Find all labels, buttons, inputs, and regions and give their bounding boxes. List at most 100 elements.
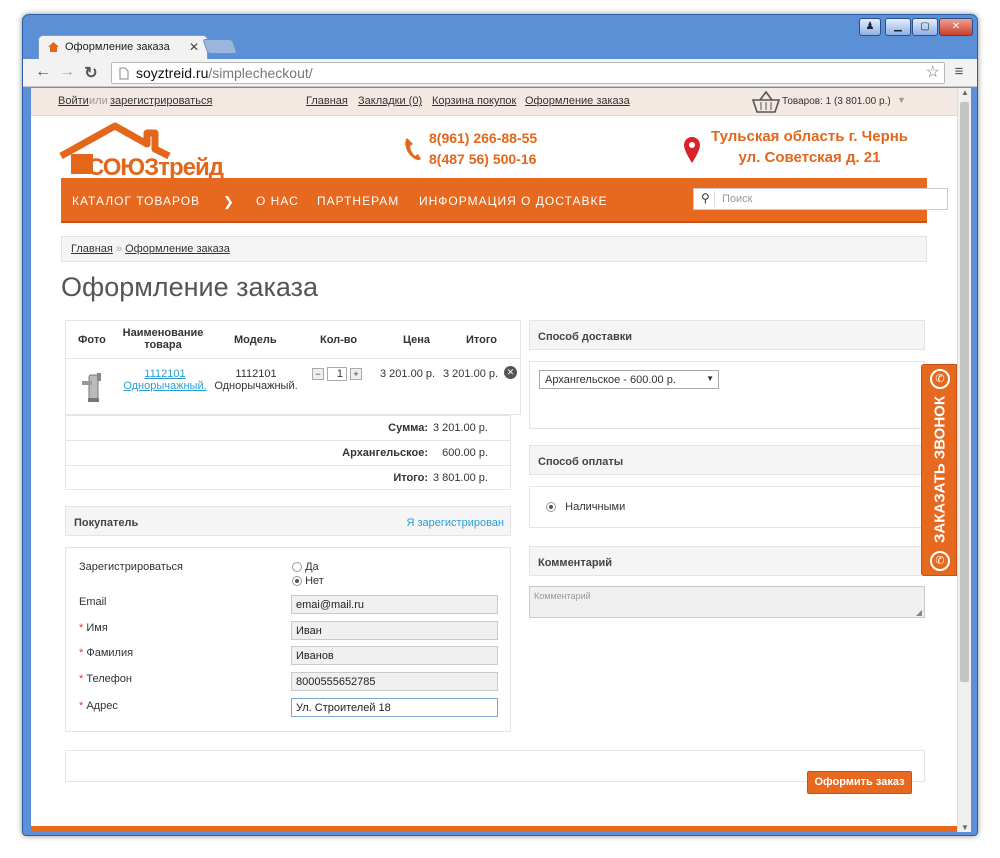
col-price: Цена (403, 334, 431, 346)
col-photo: Фото (78, 334, 106, 346)
payment-cash-label: Наличными (565, 501, 626, 513)
address-label-wrap: * Адрес (79, 700, 118, 712)
browser-window: Оформление заказа ✕ ♟ ▁ ▢ ✕ ← → ↻ soyztr… (22, 14, 978, 836)
basket-icon[interactable] (751, 90, 781, 114)
url-path: /simplecheckout/ (208, 65, 313, 81)
name-label-wrap: * Имя (79, 622, 108, 634)
window-close-button[interactable]: ✕ (939, 18, 973, 36)
cart-summary[interactable]: Товаров: 1 (3 801.00 р.) (782, 96, 891, 107)
callback-label: ЗАКАЗАТЬ ЗВОНОК (931, 396, 949, 543)
product-name-line-1: 1112101 (144, 368, 186, 380)
registered-link[interactable]: Я зарегистрирован (406, 517, 504, 529)
scroll-up-icon[interactable]: ▲ (961, 88, 969, 97)
qty-input[interactable]: 1 (327, 367, 347, 381)
register-no-option[interactable]: Нет (292, 575, 324, 587)
login-link[interactable]: Войти (58, 95, 89, 107)
page-icon (119, 67, 129, 80)
bookmark-star-icon[interactable]: ☆ (926, 63, 940, 83)
no-label: Нет (305, 575, 324, 587)
totals-row-sum: Сумма: 3 201.00 р. (66, 416, 510, 441)
payment-section: Наличными (529, 486, 925, 528)
payment-cash-radio[interactable] (546, 502, 556, 513)
reload-icon[interactable]: ↻ (81, 63, 101, 83)
resize-handle-icon[interactable]: ◢ (916, 608, 922, 617)
delivery-select[interactable]: Архангельское - 600.00 р. ▼ (539, 370, 719, 389)
forward-icon[interactable]: → (57, 63, 77, 81)
callback-tab[interactable]: ✆ ЗАКАЗАТЬ ЗВОНОК ✆ (921, 364, 957, 576)
register-no-radio[interactable] (292, 576, 302, 587)
address-line-2: ул. Советская д. 21 (738, 149, 881, 166)
register-label: Зарегистрироваться (79, 561, 184, 573)
product-faucet-image[interactable] (80, 371, 106, 403)
main-menu: КАТАЛОГ ТОВАРОВ ❯ О НАС ПАРТНЕРАМ ИНФОРМ… (61, 178, 948, 223)
browser-tab[interactable]: Оформление заказа ✕ (38, 35, 208, 60)
address-field[interactable] (291, 698, 498, 717)
name-label: Имя (86, 622, 108, 634)
payment-header: Способ оплаты (529, 445, 925, 475)
register-link[interactable]: зарегистрироваться (110, 95, 212, 107)
table-row: 1112101 Однорычажный. 1112101 Однорычажный… (66, 359, 520, 414)
minimize-button[interactable]: ▁ (885, 18, 911, 36)
payment-option[interactable]: Наличными (546, 501, 625, 513)
tab-bar: Оформление заказа ✕ ♟ ▁ ▢ ✕ (23, 15, 977, 60)
qty-increase-button[interactable]: + (350, 368, 362, 380)
user-icon[interactable]: ♟ (859, 18, 881, 36)
remove-item-icon[interactable]: ✕ (504, 366, 517, 379)
footer-bar (31, 826, 957, 832)
phone-1[interactable]: 8(961) 266-88-55 (429, 128, 537, 149)
required-mark: * (79, 647, 84, 659)
cart-dropdown-icon[interactable]: ▼ (897, 95, 906, 105)
breadcrumb-home[interactable]: Главная (71, 243, 113, 255)
url-domain: soyztreid.ru (136, 65, 209, 81)
scroll-down-icon[interactable]: ▼ (961, 823, 969, 832)
browser-toolbar: ← → ↻ soyztreid.ru/simplecheckout/ ☆ ≡ (23, 59, 977, 87)
maximize-button[interactable]: ▢ (912, 18, 938, 36)
chrome-menu-icon[interactable]: ≡ (949, 63, 969, 80)
product-link[interactable]: 1112101 Однорычажный. (122, 368, 208, 392)
menu-item-catalog[interactable]: КАТАЛОГ ТОВАРОВ (72, 194, 200, 208)
tab-close-icon[interactable]: ✕ (189, 40, 199, 54)
top-link-bookmarks[interactable]: Закладки (0) (358, 95, 422, 107)
register-yes-radio[interactable] (292, 562, 302, 573)
menu-item-partners[interactable]: ПАРТНЕРАМ (317, 194, 399, 208)
email-label: Email (79, 596, 107, 608)
product-total: 3 201.00 р. (443, 368, 499, 380)
surname-label-wrap: * Фамилия (79, 647, 133, 659)
comment-textarea[interactable]: Комментарий ◢ (529, 586, 925, 618)
breadcrumb-current[interactable]: Оформление заказа (125, 243, 230, 255)
search-input[interactable]: ⚲ Поиск (693, 188, 948, 210)
register-yes-option[interactable]: Да (292, 561, 319, 573)
delivery-label: Архангельское: (342, 447, 428, 459)
col-model: Модель (234, 334, 277, 346)
scroll-thumb[interactable] (960, 102, 969, 682)
name-field[interactable] (291, 621, 498, 640)
phone-2[interactable]: 8(487 56) 500-16 (429, 149, 537, 170)
top-link-checkout[interactable]: Оформление заказа (525, 95, 630, 107)
chevron-down-icon[interactable]: ❯ (223, 194, 235, 210)
model-line-2: Однорычажный. (214, 380, 298, 392)
place-order-button[interactable]: Оформить заказ (807, 771, 912, 794)
menu-item-delivery-info[interactable]: ИНФОРМАЦИЯ О ДОСТАВКЕ (419, 194, 607, 208)
top-link-cart[interactable]: Корзина покупок (432, 95, 516, 107)
totals-row-total: Итого: 3 801.00 р. (66, 466, 510, 490)
phone-field[interactable] (291, 672, 498, 691)
cart-table: Фото Наименование товара Модель Кол-во Ц… (65, 320, 521, 415)
address-bar[interactable]: soyztreid.ru/simplecheckout/ ☆ (111, 62, 945, 84)
sum-label: Сумма: (388, 422, 428, 434)
breadcrumb-separator: » (115, 243, 123, 255)
qty-decrease-button[interactable]: − (312, 368, 324, 380)
top-link-home[interactable]: Главная (306, 95, 348, 107)
phone-icon (405, 138, 421, 160)
email-field[interactable] (291, 595, 498, 614)
search-icon[interactable]: ⚲ (701, 191, 710, 205)
back-icon[interactable]: ← (33, 63, 53, 81)
sum-value: 3 201.00 р. (432, 422, 488, 434)
phone-label-wrap: * Телефон (79, 673, 132, 685)
menu-item-about[interactable]: О НАС (256, 194, 299, 208)
site-logo[interactable]: СОЮЗтрейд (57, 118, 257, 181)
address-label: Адрес (86, 700, 118, 712)
map-pin-icon (684, 137, 700, 163)
surname-field[interactable] (291, 646, 498, 665)
scrollbar[interactable]: ▲ ▼ (957, 88, 971, 832)
new-tab-button[interactable] (202, 39, 238, 54)
